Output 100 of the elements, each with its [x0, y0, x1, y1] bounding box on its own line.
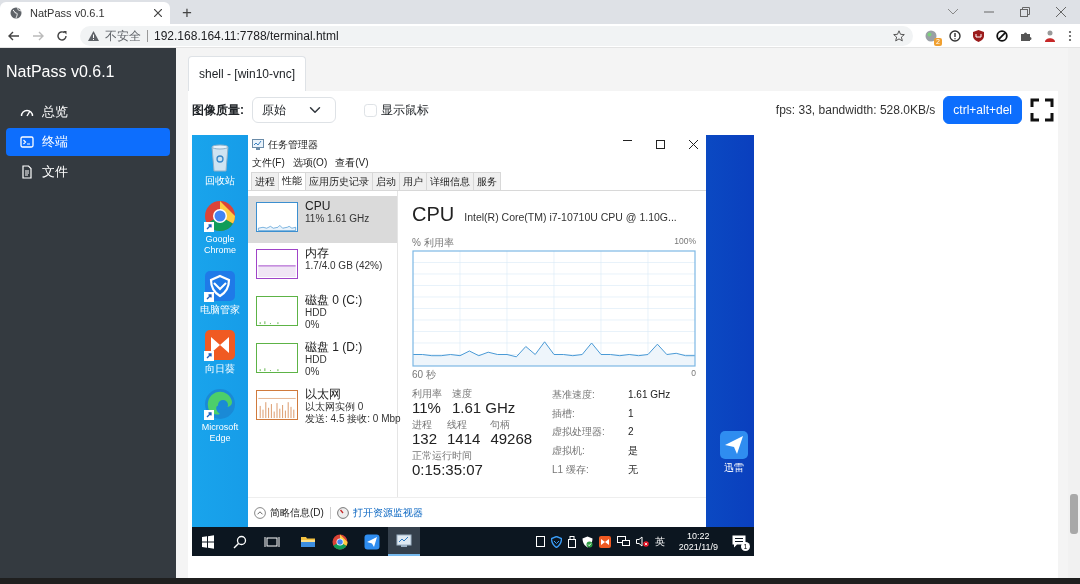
remote-app-icon[interactable] — [598, 535, 611, 548]
stat-value: 11% — [412, 398, 442, 417]
fullscreen-icon[interactable] — [1030, 98, 1054, 122]
chevron-circle-icon — [254, 506, 266, 519]
profile-avatar-icon[interactable] — [1044, 29, 1056, 42]
info-icon[interactable] — [949, 29, 961, 42]
usb-drive-icon[interactable] — [567, 535, 576, 548]
tab[interactable]: 进程 — [251, 171, 279, 190]
monitor-chart-icon — [252, 139, 264, 151]
resource-item[interactable]: 磁盘 0 (C:) HDD 0% — [248, 289, 397, 337]
security-label[interactable]: 不安全 — [105, 29, 148, 42]
security-check-icon[interactable] — [581, 535, 593, 548]
input-method-indicator[interactable]: 英 — [654, 534, 665, 549]
clock-time[interactable]: 10:22 — [687, 530, 710, 542]
scrollbar-thumb[interactable] — [1070, 494, 1078, 534]
sidebar-item[interactable]: 终端 — [6, 128, 170, 156]
star-icon[interactable] — [893, 29, 905, 42]
extension-icon[interactable] — [925, 29, 937, 42]
spec-value: 1 — [628, 406, 635, 421]
shield-icon[interactable] — [973, 29, 984, 42]
network-icon[interactable] — [616, 536, 630, 547]
maximize-icon[interactable] — [656, 140, 665, 150]
resource-name: 内存 — [305, 245, 330, 260]
back-icon[interactable] — [8, 29, 20, 42]
close-icon[interactable] — [154, 9, 162, 17]
warning-icon — [88, 30, 99, 41]
stat-value: 0:15:35:07 — [412, 460, 483, 479]
spec-value: 无 — [628, 462, 639, 477]
tablet-icon[interactable] — [535, 536, 545, 547]
close-icon[interactable] — [689, 140, 698, 150]
minimize-icon[interactable] — [623, 140, 632, 142]
spec-label: 基准速度: — [552, 387, 596, 402]
block-icon[interactable] — [996, 29, 1008, 42]
browser-tab[interactable]: NatPass v0.6.1 — [0, 2, 170, 24]
tab[interactable]: 用户 — [399, 171, 427, 190]
resource-detail: 1.7/4.0 GB (42%) — [305, 259, 383, 272]
shield-app-shortcut-icon[interactable] — [204, 270, 236, 302]
menu-item[interactable]: 选项(O) — [292, 154, 328, 170]
resource-name: CPU — [305, 198, 332, 213]
spec-label: 插槽: — [552, 406, 576, 421]
show-cursor-checkbox[interactable] — [363, 103, 377, 117]
shield-icon[interactable] — [550, 535, 562, 548]
stream-stats: fps: 33, bandwidth: 528.0KB/s — [775, 102, 936, 119]
tab[interactable]: 启动 — [372, 171, 400, 190]
tab[interactable]: 服务 — [473, 171, 501, 190]
stat-label: 速度 — [452, 387, 473, 399]
browser-shortcut-icon[interactable] — [204, 200, 236, 232]
remote-app-shortcut-icon[interactable] — [204, 329, 236, 361]
bird-app-icon — [364, 533, 380, 550]
bird-app-icon[interactable] — [719, 430, 749, 460]
menu-icon[interactable] — [1068, 29, 1072, 42]
desktop-icon-label[interactable]: 迅雷 — [724, 462, 744, 473]
resource-monitor-link[interactable]: 打开资源监视器 — [336, 505, 423, 521]
stat-label: 句柄 — [490, 418, 512, 430]
spec-label: 虚拟机: — [552, 444, 586, 459]
resource-item[interactable]: 内存 1.7/4.0 GB (42%) — [248, 242, 397, 290]
resource-detail: 0% — [305, 365, 321, 378]
sidebar-item[interactable]: 总览 — [6, 98, 170, 126]
panel-heading: CPU — [412, 201, 455, 227]
spec-label: 虚拟处理器: — [552, 425, 606, 440]
stat-value: 1414 — [447, 429, 481, 448]
clock-date[interactable]: 2021/11/9 — [678, 541, 718, 553]
menu-item[interactable]: 查看(V) — [335, 154, 369, 170]
url-text[interactable]: 192.168.164.11:7788/terminal.html — [154, 26, 887, 45]
fewer-details-button[interactable]: 简略信息(D) — [254, 505, 324, 521]
nav-icon — [20, 135, 34, 149]
resource-detail: HDD — [305, 306, 328, 319]
chevron-down-icon[interactable] — [948, 9, 958, 15]
resource-detail: 以太网实例 0 — [305, 400, 365, 413]
gauge-icon — [336, 506, 349, 519]
tab[interactable]: 详细信息 — [426, 171, 474, 190]
app-brand: NatPass v0.6.1 — [6, 62, 116, 82]
reload-icon[interactable] — [56, 29, 68, 42]
resource-detail: 0% — [305, 318, 321, 331]
tab-title: NatPass v0.6.1 — [30, 5, 106, 21]
resource-detail: HDD — [305, 353, 328, 366]
sidebar-item[interactable]: 文件 — [6, 158, 170, 186]
show-cursor-label[interactable]: 显示鼠标 — [380, 101, 429, 119]
resource-detail: 发送: 4.5 接收: 0 Mbp — [305, 412, 401, 425]
taskbar-button[interactable] — [388, 527, 420, 556]
browser-shortcut-icon[interactable] — [204, 388, 236, 420]
ctrl-alt-del-button[interactable]: ctrl+alt+del — [943, 96, 1022, 124]
notification-icon[interactable] — [732, 535, 746, 548]
resource-item[interactable]: CPU 11% 1.61 GHz — [248, 195, 397, 243]
stat-value: 1.61 GHz — [452, 398, 516, 417]
resource-name: 磁盘 1 (D:) — [305, 339, 363, 354]
resource-item[interactable]: 磁盘 1 (D:) HDD 0% — [248, 336, 397, 384]
spec-value: 是 — [628, 444, 639, 459]
stat-label: 利用率 — [412, 387, 442, 399]
speaker-muted-icon[interactable] — [635, 536, 649, 547]
tab[interactable]: 应用历史记录 — [305, 171, 373, 190]
tab[interactable]: shell - [win10-vnc] — [188, 56, 307, 91]
graph-time-label: 60 秒 — [412, 367, 436, 382]
new-tab-button[interactable]: + — [176, 4, 198, 21]
resource-detail: 11% 1.61 GHz — [305, 212, 370, 225]
window-title: 任务管理器 — [268, 138, 318, 153]
menu-item[interactable]: 文件(F) — [252, 154, 285, 170]
quality-select[interactable]: 原始 — [252, 97, 336, 123]
quality-label: 图像质量: — [192, 102, 244, 119]
graph-scale-label: 100% — [674, 234, 696, 248]
